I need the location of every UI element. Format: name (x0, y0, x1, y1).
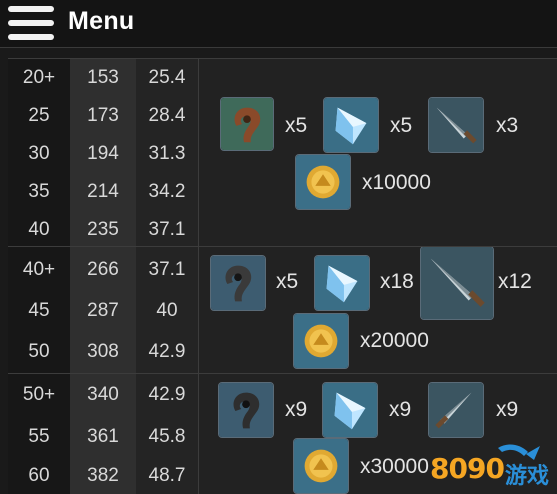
stat-value-cell: 308 (70, 331, 136, 373)
blade-quantity: x9 (496, 398, 519, 421)
stat-value-cell: 194 (70, 135, 136, 173)
level-cell: 55 (8, 416, 70, 457)
stat-value-cell: 173 (70, 97, 136, 135)
blade-quantity: x12 (498, 270, 532, 293)
table-divider (8, 58, 557, 59)
stat-value-cell: 235 (70, 211, 136, 249)
stat-secondary-cell: 37.1 (136, 249, 198, 290)
top-bar: Menu (0, 0, 557, 48)
stat-secondary-cell: 34.2 (136, 173, 198, 211)
stat-secondary-cell: 42.9 (136, 331, 198, 373)
shell-material-icon (210, 255, 266, 311)
table-divider (8, 246, 557, 247)
dagger-blade-icon (420, 246, 494, 320)
level-cell: 35 (8, 173, 70, 211)
watermark-number: 8090 (430, 452, 505, 485)
crystal-quantity: x18 (380, 270, 414, 293)
shell-quantity: x5 (276, 270, 299, 293)
gold-coin-icon (295, 154, 351, 210)
shell-material-icon (220, 97, 274, 151)
stat-value-cell: 340 (70, 374, 136, 416)
stat-secondary-cell: 48.7 (136, 457, 198, 494)
crystal-quantity: x5 (390, 114, 413, 137)
coin-quantity: x10000 (362, 171, 431, 194)
shell-quantity: x9 (285, 398, 308, 421)
gold-coin-icon (293, 438, 349, 494)
stat-secondary-cell: 25.4 (136, 58, 198, 97)
hamburger-menu-icon[interactable] (8, 6, 54, 40)
level-cell: 45 (8, 290, 70, 331)
stat-value-cell: 287 (70, 290, 136, 331)
watermark-text: 游戏 (505, 464, 550, 489)
stat-value-cell: 361 (70, 416, 136, 457)
level-cell: 40 (8, 211, 70, 249)
stat-secondary-cell: 28.4 (136, 97, 198, 135)
stat-secondary-cell: 45.8 (136, 416, 198, 457)
stat-value-cell: 382 (70, 457, 136, 494)
column-divider (198, 58, 199, 494)
stat-secondary-cell: 37.1 (136, 211, 198, 249)
menu-label[interactable]: Menu (68, 7, 134, 36)
crystal-shard-icon (323, 97, 379, 153)
crystal-shard-icon (322, 382, 378, 438)
shell-quantity: x5 (285, 114, 308, 137)
dagger-blade-icon (428, 97, 484, 153)
stat-secondary-cell: 42.9 (136, 374, 198, 416)
level-cell: 50 (8, 331, 70, 373)
dagger-blade-icon (428, 382, 484, 438)
stat-value-cell: 153 (70, 58, 136, 97)
blade-quantity: x3 (496, 114, 519, 137)
stat-secondary-cell: 31.3 (136, 135, 198, 173)
coin-quantity: x20000 (360, 329, 429, 352)
level-cell: 25 (8, 97, 70, 135)
coin-quantity: x30000 (360, 455, 429, 478)
stat-value-cell: 266 (70, 249, 136, 290)
stat-secondary-cell: 40 (136, 290, 198, 331)
table-divider (8, 373, 557, 374)
shell-material-icon (218, 382, 274, 438)
gold-coin-icon (293, 313, 349, 369)
level-cell: 20+ (8, 58, 70, 97)
level-cell: 40+ (8, 249, 70, 290)
level-cell: 50+ (8, 374, 70, 416)
stat-value-cell: 214 (70, 173, 136, 211)
level-cell: 30 (8, 135, 70, 173)
crystal-quantity: x9 (389, 398, 412, 421)
level-cell: 60 (8, 457, 70, 494)
crystal-shard-icon (314, 255, 370, 311)
